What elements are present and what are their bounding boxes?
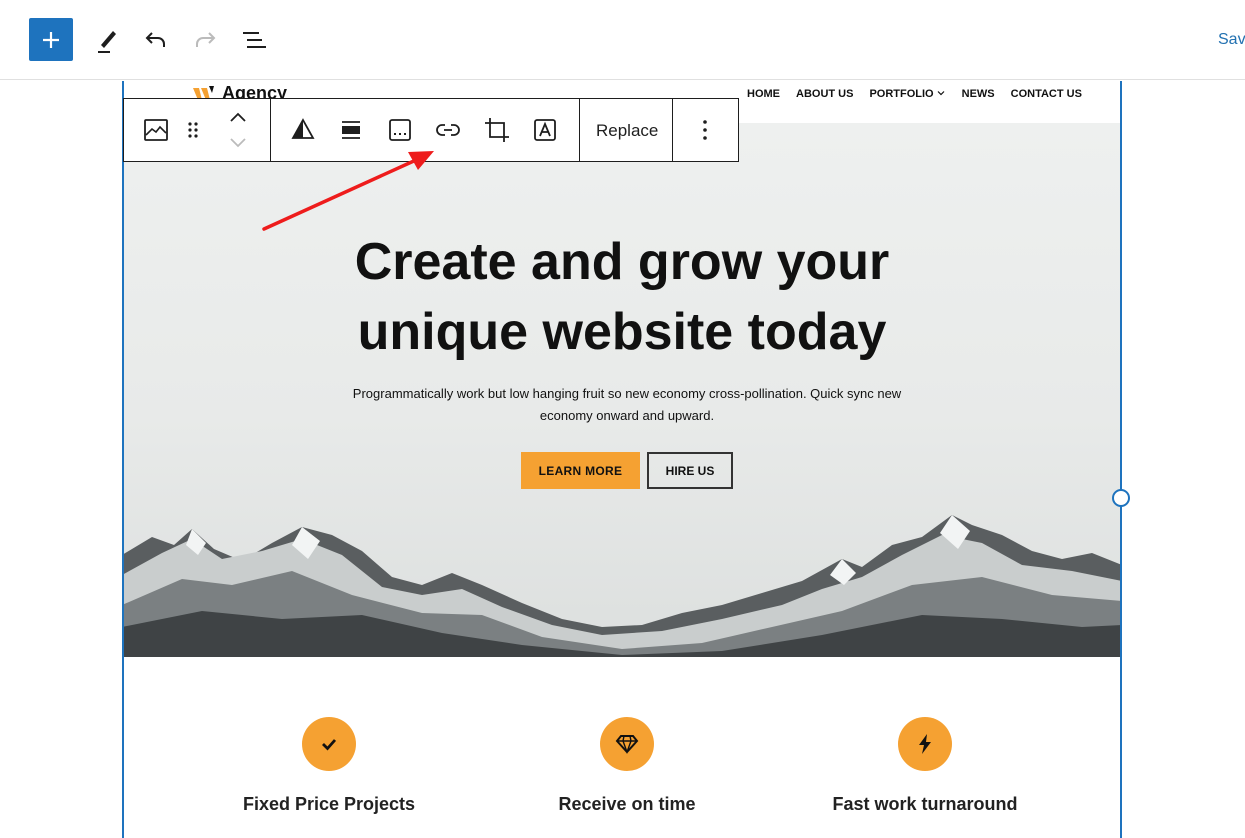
page-preview: Agency HOME ABOUT US PORTFOLIO NEWS CONT…: [122, 81, 1122, 838]
nav-item-about-us[interactable]: ABOUT US: [796, 88, 853, 100]
undo-icon: [145, 32, 165, 47]
add-block-button[interactable]: [29, 18, 73, 61]
duotone-icon: [291, 118, 315, 139]
text-overlay-button[interactable]: [529, 113, 561, 147]
caption-button[interactable]: [384, 113, 416, 147]
drag-handle[interactable]: [181, 113, 205, 147]
nav-item-news[interactable]: NEWS: [962, 88, 995, 100]
feature-icon-circle: [898, 717, 952, 771]
hero-cover-block[interactable]: Create and grow your unique website toda…: [122, 123, 1122, 657]
list-view-button[interactable]: [238, 26, 270, 54]
hero-subtitle: Programmatically work but low hanging fr…: [347, 383, 907, 427]
feature-fixed-price: Fixed Price Projects: [179, 717, 479, 815]
resize-handle[interactable]: [1112, 489, 1130, 507]
feature-fast-turnaround: Fast work turnaround: [775, 717, 1075, 815]
more-options-icon: [703, 120, 707, 140]
hero-title-line1: Create and grow your: [354, 233, 890, 291]
replace-button[interactable]: Replace: [596, 121, 658, 141]
move-up-down-button[interactable]: [222, 109, 254, 151]
hero-subtitle-line2: economy onward and upward.: [539, 408, 715, 423]
undo-button[interactable]: [141, 26, 171, 54]
feature-icon-circle: [600, 717, 654, 771]
redo-icon: [196, 32, 216, 47]
chevron-down-icon: [937, 91, 945, 96]
align-icon: [342, 121, 360, 139]
more-options-button[interactable]: [689, 113, 721, 147]
block-toolbar: Replace: [123, 98, 739, 162]
toolbar-divider: [672, 99, 673, 161]
pencil-icon: [98, 31, 116, 53]
nav-item-portfolio[interactable]: PORTFOLIO: [869, 88, 945, 100]
hero-title: Create and grow your unique website toda…: [122, 227, 1122, 367]
link-button[interactable]: [432, 113, 464, 147]
toolbar-divider: [579, 99, 580, 161]
toolbar-divider: [270, 99, 271, 161]
crop-button[interactable]: [481, 113, 513, 147]
learn-more-button[interactable]: LEARN MORE: [521, 452, 640, 489]
site-nav: HOME ABOUT US PORTFOLIO NEWS CONTACT US: [747, 88, 1098, 100]
redo-button[interactable]: [190, 26, 220, 54]
save-button[interactable]: Sav: [1218, 31, 1245, 49]
caption-icon: [389, 119, 411, 141]
link-icon: [436, 124, 460, 136]
feature-icon-circle: [302, 717, 356, 771]
move-up-down-icon: [230, 112, 246, 148]
mountain-image: [122, 515, 1122, 657]
hire-us-button[interactable]: HIRE US: [647, 452, 733, 489]
feature-receive-on-time: Receive on time: [477, 717, 777, 815]
block-type-button[interactable]: [140, 113, 172, 147]
diamond-icon: [615, 735, 639, 755]
crop-icon: [485, 118, 509, 142]
checkmark-icon: [322, 739, 337, 751]
drag-handle-icon: [188, 122, 198, 138]
editor-canvas: Agency HOME ABOUT US PORTFOLIO NEWS CONT…: [0, 81, 1245, 838]
hero-subtitle-line1: Programmatically work but low hanging fr…: [352, 386, 902, 401]
list-view-icon: [243, 32, 266, 48]
feature-title: Fixed Price Projects: [242, 794, 416, 814]
duotone-button[interactable]: [287, 113, 319, 147]
lightning-icon: [919, 734, 931, 754]
nav-item-home[interactable]: HOME: [747, 88, 780, 100]
plus-icon: [43, 31, 59, 48]
align-button[interactable]: [335, 113, 367, 147]
editor-top-toolbar: Sav: [0, 0, 1245, 80]
image-icon: [144, 119, 168, 141]
nav-item-portfolio-label: PORTFOLIO: [869, 88, 934, 100]
feature-title: Receive on time: [558, 794, 696, 814]
text-overlay-icon: [534, 119, 556, 141]
nav-item-contact-us[interactable]: CONTACT US: [1011, 88, 1082, 100]
hero-title-line2: unique website today: [357, 303, 887, 361]
feature-title: Fast work turnaround: [832, 794, 1018, 814]
tools-button[interactable]: [92, 24, 122, 56]
